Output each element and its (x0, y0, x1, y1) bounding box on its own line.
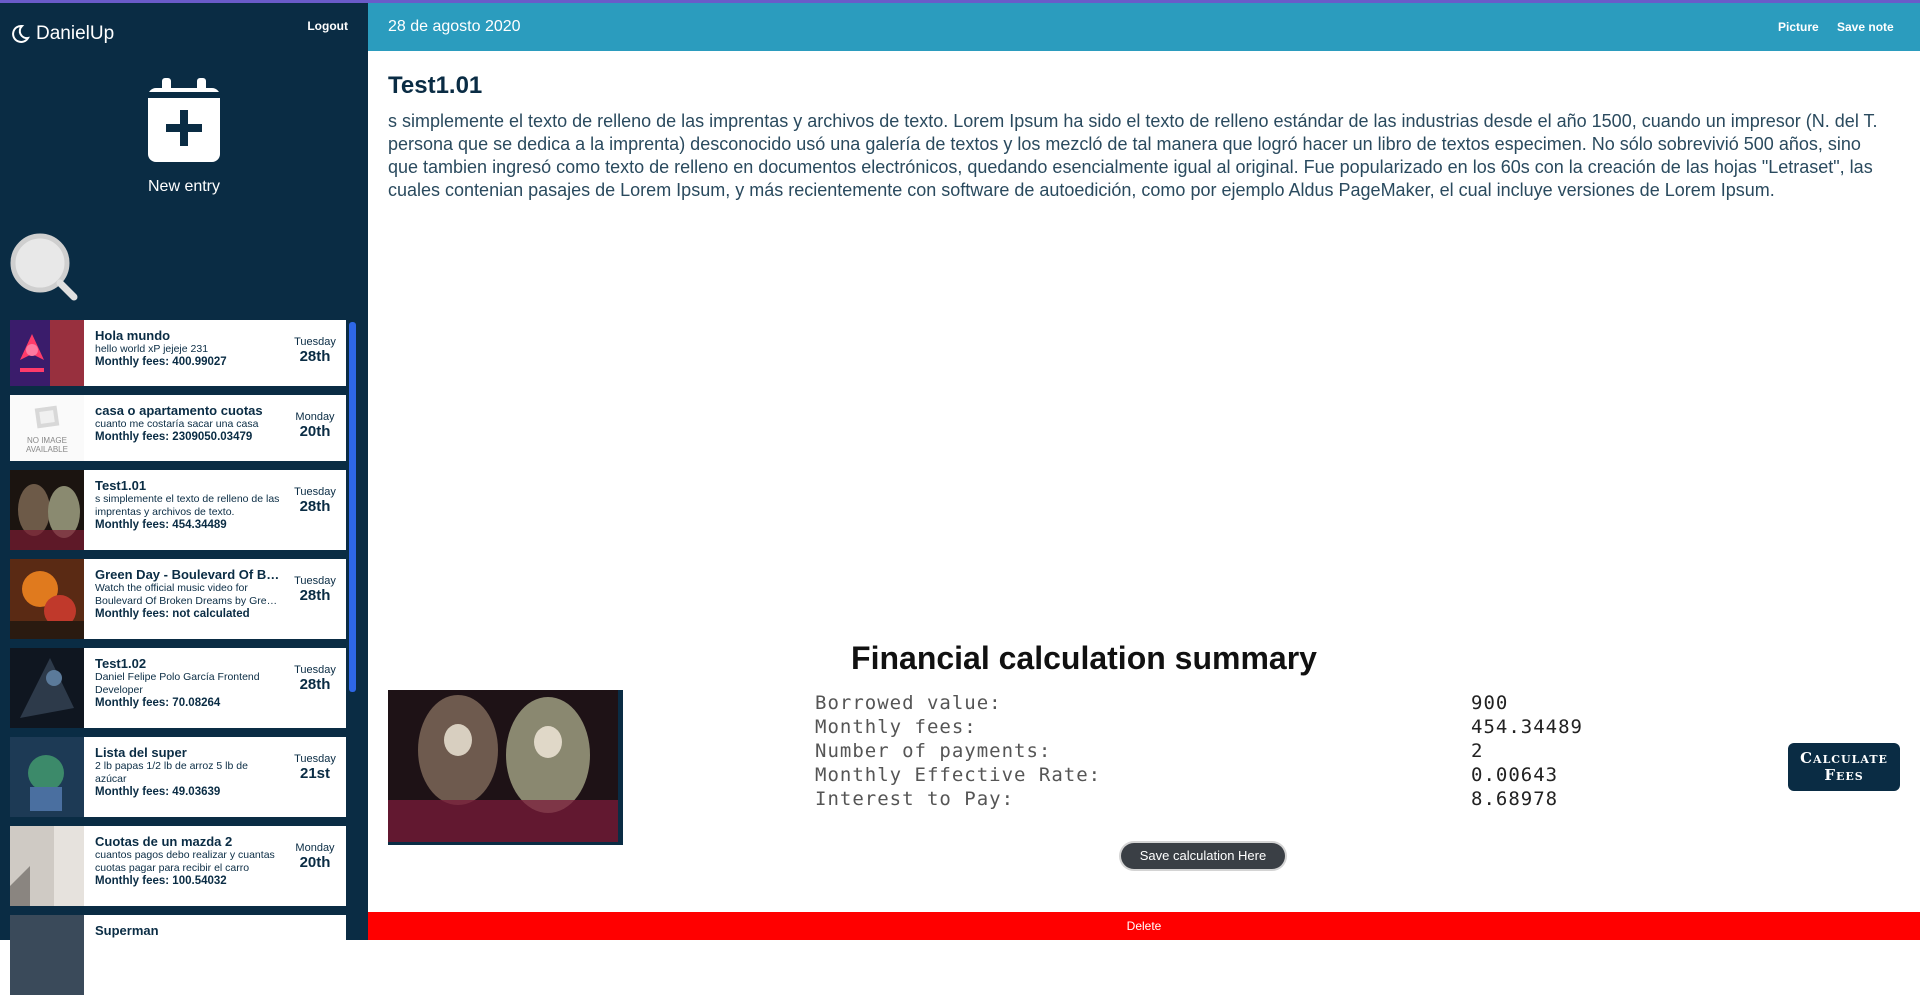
entry-thumbnail (10, 915, 84, 995)
entry-thumbnail (10, 648, 84, 728)
stat-value: 8.68978 (1471, 788, 1559, 810)
stat-row-monthly-fees: Monthly fees: 454.34489 (815, 715, 1583, 739)
entry-description: s simplemente el texto de relleno de las… (95, 493, 280, 518)
list-item[interactable]: Test1.02 Daniel Felipe Polo García Front… (10, 648, 346, 728)
no-image-label: NO IMAGE AVAILABLE (26, 436, 68, 454)
sidebar-scrollbar[interactable] (349, 322, 356, 692)
entry-day: 20th (299, 854, 331, 871)
brand[interactable]: DanielUp (10, 23, 114, 45)
calendar-plus-icon (148, 78, 220, 162)
entry-date: Monday 20th (290, 411, 340, 440)
search-icon[interactable] (8, 231, 80, 303)
entry-date: Tuesday 28th (290, 486, 340, 515)
entry-weekday: Monday (295, 842, 335, 854)
entry-day: 28th (299, 348, 331, 365)
entry-fees: Monthly fees: 70.08264 (95, 697, 221, 709)
save-calculation-button[interactable]: Save calculation Here (1121, 843, 1285, 869)
entry-thumbnail (10, 559, 84, 639)
note-picture (388, 690, 623, 845)
entry-description: hello world xP jejeje 231 (95, 343, 209, 355)
entry-thumbnail (10, 737, 84, 817)
entry-thumbnail (10, 470, 84, 550)
entry-title: Test1.02 (95, 656, 147, 671)
calculate-label-line2: Fees (1824, 766, 1864, 784)
entry-title: Green Day - Boulevard Of Broken Dreams (95, 567, 280, 582)
calculate-label-line1: Calculate (1800, 749, 1888, 767)
moon-icon (12, 24, 30, 43)
entry-weekday: Tuesday (294, 664, 336, 676)
stat-row-rate: Monthly Effective Rate: 0.00643 (815, 763, 1583, 787)
entry-weekday: Tuesday (294, 336, 336, 348)
entry-fees: Monthly fees: 100.54032 (95, 875, 227, 887)
entry-fees: Monthly fees: not calculated (95, 608, 250, 620)
stat-row-payments: Number of payments: 2 (815, 739, 1583, 763)
entry-title: Cuotas de un mazda 2 (95, 834, 233, 849)
entry-weekday: Tuesday (294, 575, 336, 587)
entry-day: 28th (299, 587, 331, 604)
entry-list: Hola mundo hello world xP jejeje 231 Mon… (10, 320, 346, 1004)
entry-title: Hola mundo (95, 328, 171, 343)
stat-label: Monthly fees: (815, 716, 977, 738)
list-item[interactable]: NO IMAGE AVAILABLE casa o apartamento cu… (10, 395, 346, 461)
entry-fees: Monthly fees: 454.34489 (95, 519, 227, 531)
new-entry-label: New entry (147, 178, 221, 195)
entry-title: Test1.01 (95, 478, 147, 493)
new-entry-button[interactable]: New entry (0, 78, 368, 196)
list-item[interactable]: Cuotas de un mazda 2 cuantos pagos debo … (10, 826, 346, 906)
calculate-fees-button[interactable]: Calculate Fees (1788, 743, 1900, 791)
logout-button[interactable]: Logout (307, 19, 348, 33)
stat-label: Number of payments: (815, 740, 1052, 762)
entry-description: Watch the official music video for Boule… (95, 582, 279, 607)
stat-label: Borrowed value: (815, 692, 1002, 714)
entry-day: 28th (299, 498, 331, 515)
entry-thumbnail (10, 826, 84, 906)
save-note-button[interactable]: Save note (1837, 20, 1894, 34)
delete-button[interactable]: Delete (368, 912, 1920, 940)
list-item[interactable]: Test1.01 s simplemente el texto de relle… (10, 470, 346, 550)
entry-day: 28th (299, 676, 331, 693)
list-item[interactable]: Superman (10, 915, 346, 995)
entry-title: casa o apartamento cuotas (95, 403, 263, 418)
note-date: 28 de agosto 2020 (388, 18, 521, 35)
entry-description: cuanto me costaría sacar una casa (95, 418, 259, 430)
entry-description: cuantos pagos debo realizar y cuantas cu… (95, 849, 275, 874)
note-body[interactable]: s simplemente el texto de relleno de las… (388, 110, 1893, 202)
entry-date: Tuesday 28th (290, 336, 340, 365)
picture-button[interactable]: Picture (1778, 20, 1819, 34)
stat-label: Monthly Effective Rate: (815, 764, 1102, 786)
stat-value: 454.34489 (1471, 716, 1583, 738)
list-item[interactable]: Lista del super 2 lb papas 1/2 lb de arr… (10, 737, 346, 817)
entry-title: Lista del super (95, 745, 187, 760)
no-image-thumbnail: NO IMAGE AVAILABLE (10, 395, 84, 461)
entry-weekday: Tuesday (294, 486, 336, 498)
stat-row-borrowed: Borrowed value: 900 (815, 691, 1583, 715)
stat-label: Interest to Pay: (815, 788, 1015, 810)
brand-name: DanielUp (36, 23, 115, 44)
entry-fees: Monthly fees: 49.03639 (95, 786, 221, 798)
entry-day: 20th (299, 423, 331, 440)
summary-title: Financial calculation summary (851, 640, 1317, 676)
stat-value: 2 (1471, 740, 1484, 762)
entry-day: 21st (299, 765, 331, 782)
entry-description: Daniel Felipe Polo García Frontend Devel… (95, 671, 260, 696)
entry-date: Tuesday 28th (290, 664, 340, 693)
stat-row-interest: Interest to Pay: 8.68978 (815, 787, 1583, 811)
header-bar: 28 de agosto 2020 Picture Save note (368, 3, 1920, 51)
entry-date: Monday 20th (290, 842, 340, 871)
entry-thumbnail (10, 320, 84, 386)
stat-value: 0.00643 (1471, 764, 1559, 786)
summary-heading: Financial calculation summary (368, 640, 1920, 677)
entry-weekday: Monday (295, 411, 335, 423)
entry-title: Superman (95, 923, 159, 938)
list-item[interactable]: Green Day - Boulevard Of Broken Dreams W… (10, 559, 346, 639)
entry-date: Tuesday 28th (290, 575, 340, 604)
stat-value: 900 (1471, 692, 1509, 714)
list-item[interactable]: Hola mundo hello world xP jejeje 231 Mon… (10, 320, 346, 386)
entry-description: 2 lb papas 1/2 lb de arroz 5 lb de azúca… (95, 760, 248, 785)
entry-weekday: Tuesday (294, 753, 336, 765)
entry-date: Tuesday 21st (290, 753, 340, 782)
note-title[interactable]: Test1.01 (388, 72, 482, 100)
summary-stats: Borrowed value: 900 Monthly fees: 454.3448… (815, 691, 1583, 811)
